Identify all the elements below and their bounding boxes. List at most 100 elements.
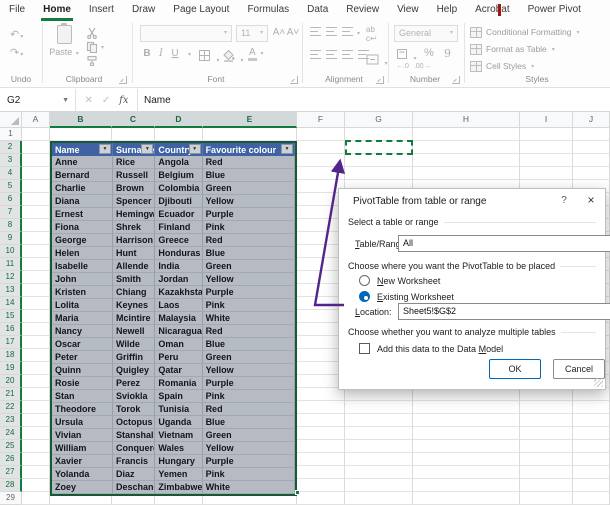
row-header-26[interactable]: 26: [0, 453, 22, 466]
table-cell[interactable]: Yolanda: [52, 468, 113, 481]
cell-styles-button[interactable]: Cell Styles ▾: [470, 59, 534, 73]
ribbon-tab-power-pivot[interactable]: Power Pivot: [519, 0, 590, 21]
existing-worksheet-label[interactable]: Existing Worksheet: [377, 292, 454, 302]
table-cell[interactable]: Isabelle: [52, 260, 113, 273]
table-cell[interactable]: Hunt: [113, 247, 156, 260]
font-color-button[interactable]: A ▾: [248, 47, 263, 61]
ribbon-tab-file[interactable]: File: [0, 0, 34, 21]
decrease-indent-icon[interactable]: [342, 50, 353, 59]
table-cell[interactable]: Green: [202, 429, 295, 442]
underline-chevron[interactable]: ▾: [182, 48, 196, 59]
row-header-1[interactable]: 1: [0, 128, 22, 141]
number-dialog-launcher[interactable]: [452, 76, 460, 84]
data-table[interactable]: Name ▼ Surname ▼ Country ▼ Favourite colour ▼ A…: [50, 141, 297, 496]
table-cell[interactable]: Yemen: [155, 468, 203, 481]
table-cell[interactable]: George: [52, 234, 113, 247]
table-cell[interactable]: Harrison: [113, 234, 156, 247]
row-header-20[interactable]: 20: [0, 375, 22, 388]
formula-input[interactable]: Name: [138, 89, 610, 111]
location-input[interactable]: Sheet5!$G$2 ↑: [398, 303, 610, 320]
table-cell[interactable]: Vivian: [52, 429, 113, 442]
table-header-surname[interactable]: Surname ▼: [113, 143, 156, 156]
new-worksheet-label[interactable]: New Worksheet: [377, 276, 440, 286]
ribbon-tab-draw[interactable]: Draw: [123, 0, 164, 21]
top-align-icon[interactable]: [310, 27, 321, 36]
table-cell[interactable]: Green: [202, 260, 295, 273]
undo-button[interactable]: ↶▾: [10, 26, 23, 41]
middle-align-icon[interactable]: [326, 27, 337, 36]
name-box[interactable]: G2 ▼: [0, 89, 76, 111]
font-size-combo[interactable]: 11 ▾: [236, 25, 268, 42]
table-cell[interactable]: Malaysia: [155, 312, 203, 325]
table-range-input[interactable]: All ↑: [398, 235, 610, 252]
active-cell-marquee-g2[interactable]: [345, 140, 413, 155]
table-cell[interactable]: Quinn: [52, 364, 113, 377]
table-cell[interactable]: Qatar: [155, 364, 203, 377]
table-cell[interactable]: Spain: [155, 390, 203, 403]
table-cell[interactable]: White: [202, 312, 295, 325]
table-cell[interactable]: Oscar: [52, 338, 113, 351]
table-cell[interactable]: Rice: [113, 156, 156, 169]
table-cell[interactable]: Belgium: [155, 169, 203, 182]
table-cell[interactable]: Wales: [155, 442, 203, 455]
table-cell[interactable]: Russell: [113, 169, 156, 182]
table-cell[interactable]: Romania: [155, 377, 203, 390]
grow-font-button[interactable]: A˄: [272, 27, 286, 38]
ribbon-tab-acrobat[interactable]: Acrobat: [466, 0, 518, 21]
table-cell[interactable]: Chiang: [113, 286, 156, 299]
table-cell[interactable]: Kristen: [52, 286, 113, 299]
data-model-checkbox[interactable]: [359, 343, 370, 354]
table-cell[interactable]: Purple: [202, 286, 295, 299]
table-cell[interactable]: Tunisia: [155, 403, 203, 416]
table-cell[interactable]: Diana: [52, 195, 113, 208]
table-cell[interactable]: Theodore: [52, 403, 113, 416]
row-header-16[interactable]: 16: [0, 323, 22, 336]
table-cell[interactable]: Jordan: [155, 273, 203, 286]
table-cell[interactable]: Fiona: [52, 221, 113, 234]
table-cell[interactable]: Pink: [202, 390, 295, 403]
table-cell[interactable]: Shrek: [113, 221, 156, 234]
ribbon-tab-review[interactable]: Review: [337, 0, 388, 21]
font-name-combo[interactable]: ▾: [140, 25, 232, 42]
column-header-h[interactable]: H: [413, 112, 520, 128]
align-left-icon[interactable]: [310, 50, 321, 59]
table-cell[interactable]: Oman: [155, 338, 203, 351]
row-header-7[interactable]: 7: [0, 206, 22, 219]
resize-grip[interactable]: [594, 378, 603, 387]
row-header-19[interactable]: 19: [0, 362, 22, 375]
wrap-text-button[interactable]: ab c↩: [366, 25, 377, 43]
italic-button[interactable]: I: [154, 48, 168, 59]
table-cell[interactable]: Zimbabwe: [155, 481, 203, 494]
row-header-3[interactable]: 3: [0, 154, 22, 167]
table-cell[interactable]: Red: [202, 325, 295, 338]
close-icon[interactable]: ×: [583, 193, 599, 207]
table-cell[interactable]: Nancy: [52, 325, 113, 338]
paste-button[interactable]: Paste ▾: [48, 23, 80, 71]
row-header-10[interactable]: 10: [0, 245, 22, 258]
row-header-18[interactable]: 18: [0, 349, 22, 362]
shrink-font-button[interactable]: A˅: [286, 27, 300, 38]
insert-function-icon[interactable]: fx: [119, 95, 128, 106]
table-cell[interactable]: Nicaragua: [155, 325, 203, 338]
table-cell[interactable]: Peru: [155, 351, 203, 364]
table-cell[interactable]: Purple: [202, 208, 295, 221]
font-dialog-launcher[interactable]: [290, 76, 298, 84]
redo-button[interactable]: ↷▾: [10, 44, 23, 59]
new-worksheet-radio[interactable]: [359, 275, 370, 286]
table-cell[interactable]: Francis: [113, 455, 156, 468]
borders-button[interactable]: ▾: [198, 49, 219, 67]
column-header-d[interactable]: D: [155, 112, 203, 128]
table-cell[interactable]: Spencer: [113, 195, 156, 208]
underline-button[interactable]: U: [168, 48, 182, 59]
table-cell[interactable]: Finland: [155, 221, 203, 234]
table-cell[interactable]: Perez: [113, 377, 156, 390]
table-cell[interactable]: Mcintire: [113, 312, 156, 325]
ok-button[interactable]: OK: [489, 359, 541, 379]
table-cell[interactable]: Yellow: [202, 195, 295, 208]
table-cell[interactable]: Brown: [113, 182, 156, 195]
column-header-j[interactable]: J: [573, 112, 610, 128]
table-cell[interactable]: Griffin: [113, 351, 156, 364]
column-header-f[interactable]: F: [297, 112, 345, 128]
increase-decimal-button[interactable]: ←.0.00→: [396, 63, 431, 70]
help-icon[interactable]: ?: [557, 195, 571, 206]
